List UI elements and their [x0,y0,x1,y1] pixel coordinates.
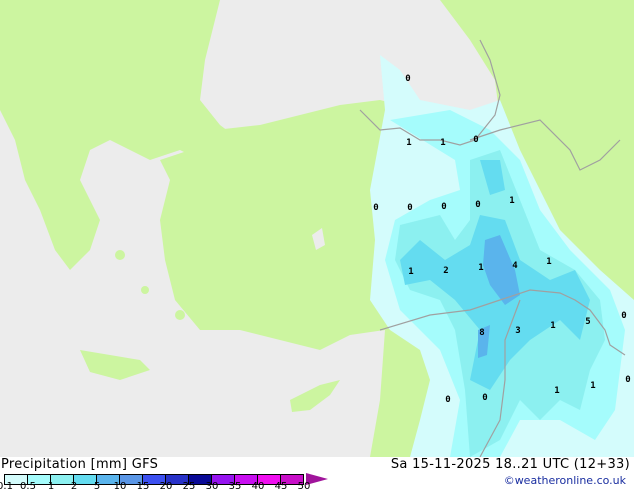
precip-value: 3 [515,326,520,336]
legend-title: Precipitation [mm] GFS [1,457,159,472]
precip-value: 2 [443,266,448,276]
island [175,310,185,320]
tick-label: 35 [228,481,242,492]
precip-value: 0 [373,203,378,213]
island [115,250,125,260]
precip-value: 0 [473,135,478,145]
precip-value: 4 [512,261,518,271]
tick-label: 20 [159,481,173,492]
precip-value: 0 [407,203,412,213]
precip-value: 1 [554,386,559,396]
precip-value: 0 [621,311,626,321]
precip-value: 1 [408,267,413,277]
credit-link[interactable]: ©weatheronline.co.uk [504,474,626,487]
tick-label: 30 [205,481,219,492]
island [141,286,149,294]
precip-value: 1 [509,196,514,206]
precip-value: 1 [478,263,483,273]
tick-label: 2 [70,481,78,492]
tick-label: 45 [274,481,288,492]
tick-label: 25 [182,481,196,492]
precip-value: 0 [445,395,450,405]
precip-value: 1 [550,321,555,331]
precip-value: 0 [475,200,480,210]
tick-label: 0.1 [0,481,13,492]
tick-label: 40 [251,481,265,492]
precip-value: 0 [482,393,487,403]
tick-label: 10 [113,481,127,492]
precip-value: 1 [406,138,411,148]
precip-value: 0 [625,375,630,385]
forecast-datetime: Sa 15-11-2025 18..21 UTC (12+33) [390,457,630,472]
tick-label: 1 [47,481,55,492]
precip-value: 5 [585,317,590,327]
precip-value: 0 [441,202,446,212]
precip-value: 1 [546,257,551,267]
tick-label: 50 [297,481,311,492]
precip-value: 1 [440,138,445,148]
precip-value: 1 [590,381,595,391]
precip-value: 8 [479,328,484,338]
legend: Precipitation [mm] GFS Sa 15-11-2025 18.… [0,457,634,492]
precip-value: 0 [405,74,410,84]
precipitation-map: 0 1 1 0 0 0 0 0 1 1 2 1 4 1 8 3 1 5 0 1 1 0 0 0 [0,0,634,457]
tick-label: 5 [93,481,101,492]
tick-label: 0.5 [20,481,36,492]
tick-label: 15 [136,481,150,492]
